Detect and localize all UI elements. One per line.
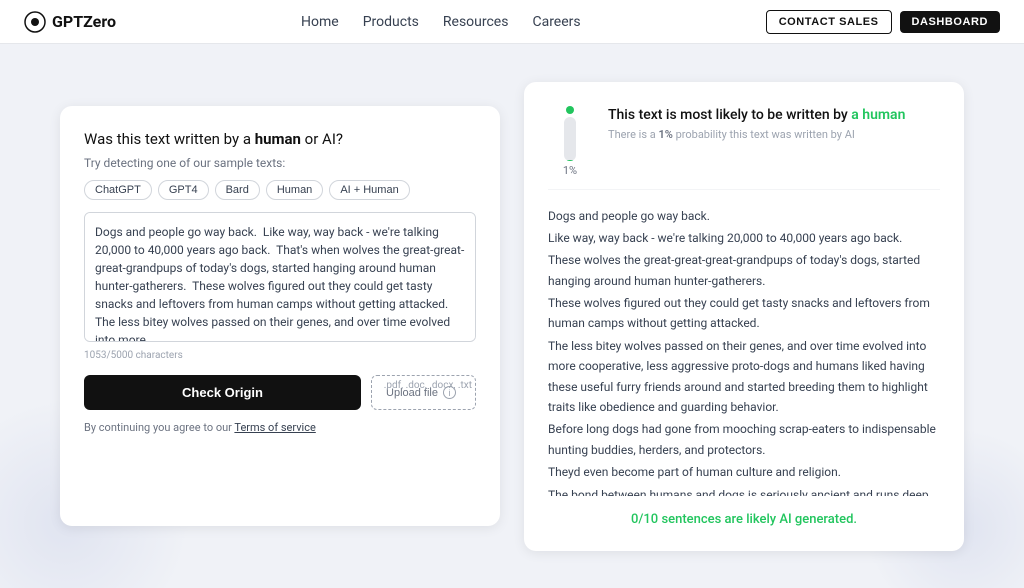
result-body: Dogs and people go way back.Like way, wa… [548, 206, 940, 496]
result-sentence: Dogs and people go way back. [548, 206, 940, 226]
gauge-dot [566, 106, 574, 114]
result-sentence: These wolves the great-great-great-grand… [548, 250, 940, 291]
chip-bard[interactable]: Bard [215, 180, 260, 200]
gauge-pct: 1% [563, 164, 577, 177]
result-card: 1% This text is most likely to be writte… [524, 82, 964, 551]
result-sentence: Like way, way back - we're talking 20,00… [548, 228, 940, 248]
result-sentence: Before long dogs had gone from mooching … [548, 419, 940, 460]
tos-link[interactable]: Terms of service [234, 421, 315, 434]
result-heading-prefix: This text is most likely to be written b… [608, 107, 851, 123]
result-human-word: a human [851, 107, 905, 123]
chip-human[interactable]: Human [266, 180, 323, 200]
tos-text: By continuing you agree to our Terms of … [84, 421, 476, 434]
result-header: 1% This text is most likely to be writte… [548, 106, 940, 190]
footer-label: sentences are likely AI generated. [661, 512, 857, 527]
check-origin-button[interactable]: Check Origin [84, 375, 361, 410]
navbar: GPTZero Home Products Resources Careers … [0, 0, 1024, 44]
chip-chatgpt[interactable]: ChatGPT [84, 180, 152, 200]
sample-label: Try detecting one of our sample texts: [84, 156, 476, 170]
nav-products[interactable]: Products [363, 14, 419, 30]
chip-ai-human[interactable]: AI + Human [329, 180, 409, 200]
chip-gpt4[interactable]: GPT4 [158, 180, 209, 200]
result-pct: 1% [658, 128, 672, 141]
nav-links: Home Products Resources Careers [301, 14, 581, 30]
char-count: 1053/5000 characters [84, 350, 476, 361]
result-subtext: There is a 1% probability this text was … [608, 128, 905, 141]
upload-formats: .pdf, .doc, .docx, .txt [384, 380, 472, 391]
result-sentence: The bond between humans and dogs is seri… [548, 485, 940, 496]
result-sentence: These wolves figured out they could get … [548, 293, 940, 334]
gauge-fill [564, 160, 576, 161]
input-card: Was this text written by a human or AI? … [60, 106, 500, 526]
logo-icon [24, 11, 46, 33]
text-input[interactable]: Dogs and people go way back. Like way, w… [84, 212, 476, 342]
contact-sales-button[interactable]: CONTACT SALES [766, 10, 892, 34]
nav-resources[interactable]: Resources [443, 14, 509, 30]
sample-chips: ChatGPT GPT4 Bard Human AI + Human [84, 180, 476, 200]
dashboard-button[interactable]: DASHBOARD [900, 11, 1000, 33]
gauge-bar [564, 117, 576, 161]
logo[interactable]: GPTZero [24, 11, 116, 33]
footer-ai-count: 0 [631, 512, 638, 527]
title-bold: human [255, 130, 301, 148]
logo-text: GPTZero [52, 12, 116, 31]
nav-actions: CONTACT SALES DASHBOARD [766, 10, 1000, 34]
nav-home[interactable]: Home [301, 14, 339, 30]
page-background: Was this text written by a human or AI? … [0, 44, 1024, 588]
gauge-area: 1% [548, 106, 592, 177]
result-summary: This text is most likely to be written b… [608, 106, 905, 142]
result-sentence: Theyd even become part of human culture … [548, 462, 940, 482]
result-heading: This text is most likely to be written b… [608, 106, 905, 126]
result-sentence: The less bitey wolves passed on their ge… [548, 336, 940, 418]
nav-careers[interactable]: Careers [532, 14, 580, 30]
footer-total: 10 [643, 512, 658, 527]
result-footer: 0/10 sentences are likely AI generated. [548, 512, 940, 527]
card-title: Was this text written by a human or AI? [84, 130, 476, 148]
